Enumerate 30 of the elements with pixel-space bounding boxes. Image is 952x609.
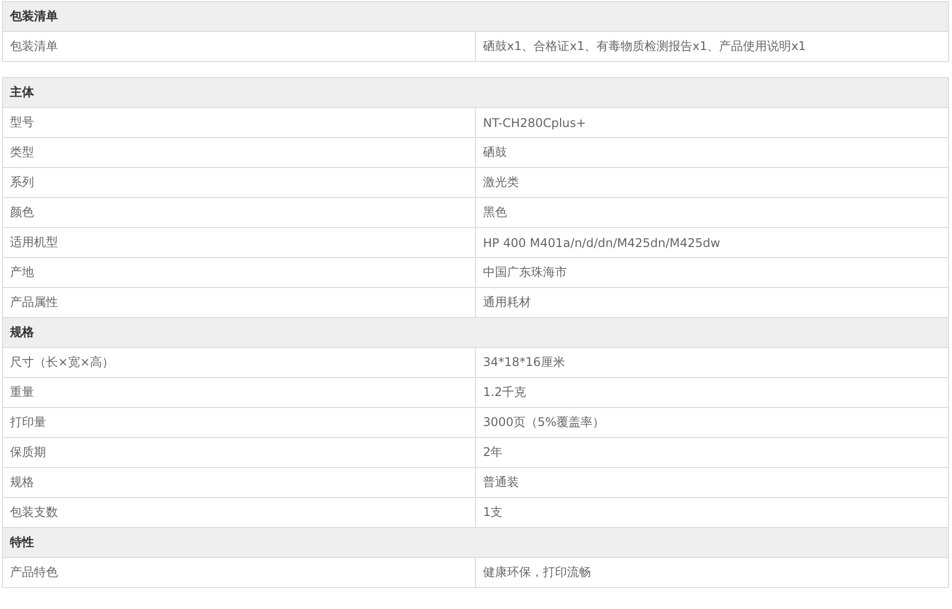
- spec-label: 重量: [2, 378, 476, 408]
- spec-label: 系列: [2, 168, 476, 198]
- spec-value: 健康环保，打印流畅: [476, 558, 948, 588]
- section-header: 包装清单: [2, 2, 948, 32]
- spec-label: 打印量: [2, 408, 476, 438]
- spec-value: 硒鼓x1、合格证x1、有毒物质检测报告x1、产品使用说明x1: [476, 32, 948, 62]
- spec-label: 包装清单: [2, 32, 476, 62]
- section-header: 规格: [2, 318, 948, 348]
- spec-value: 2年: [476, 438, 948, 468]
- spec-label: 产地: [2, 258, 476, 288]
- spec-value: 硒鼓: [476, 138, 948, 168]
- spec-label: 类型: [2, 138, 476, 168]
- section-header: 主体: [2, 78, 948, 108]
- spec-label: 保质期: [2, 438, 476, 468]
- spec-label: 规格: [2, 468, 476, 498]
- spec-label: 颜色: [2, 198, 476, 228]
- spec-label: 适用机型: [2, 228, 476, 258]
- spec-value: NT-CH280Cplus+: [476, 108, 948, 138]
- spec-value: 激光类: [476, 168, 948, 198]
- spec-label: 尺寸（长×宽×高）: [2, 348, 476, 378]
- spec-value: 1.2千克: [476, 378, 948, 408]
- spec-value: 普通装: [476, 468, 948, 498]
- spec-value: 3000页（5%覆盖率）: [476, 408, 948, 438]
- spec-value: 34*18*16厘米: [476, 348, 948, 378]
- spec-value: HP 400 M401a/n/d/dn/M425dn/M425dw: [476, 228, 948, 258]
- spec-value: 黑色: [476, 198, 948, 228]
- spec-label: 产品特色: [2, 558, 476, 588]
- spec-value: 中国广东珠海市: [476, 258, 948, 288]
- section-header: 特性: [2, 528, 948, 558]
- spec-label: 型号: [2, 108, 476, 138]
